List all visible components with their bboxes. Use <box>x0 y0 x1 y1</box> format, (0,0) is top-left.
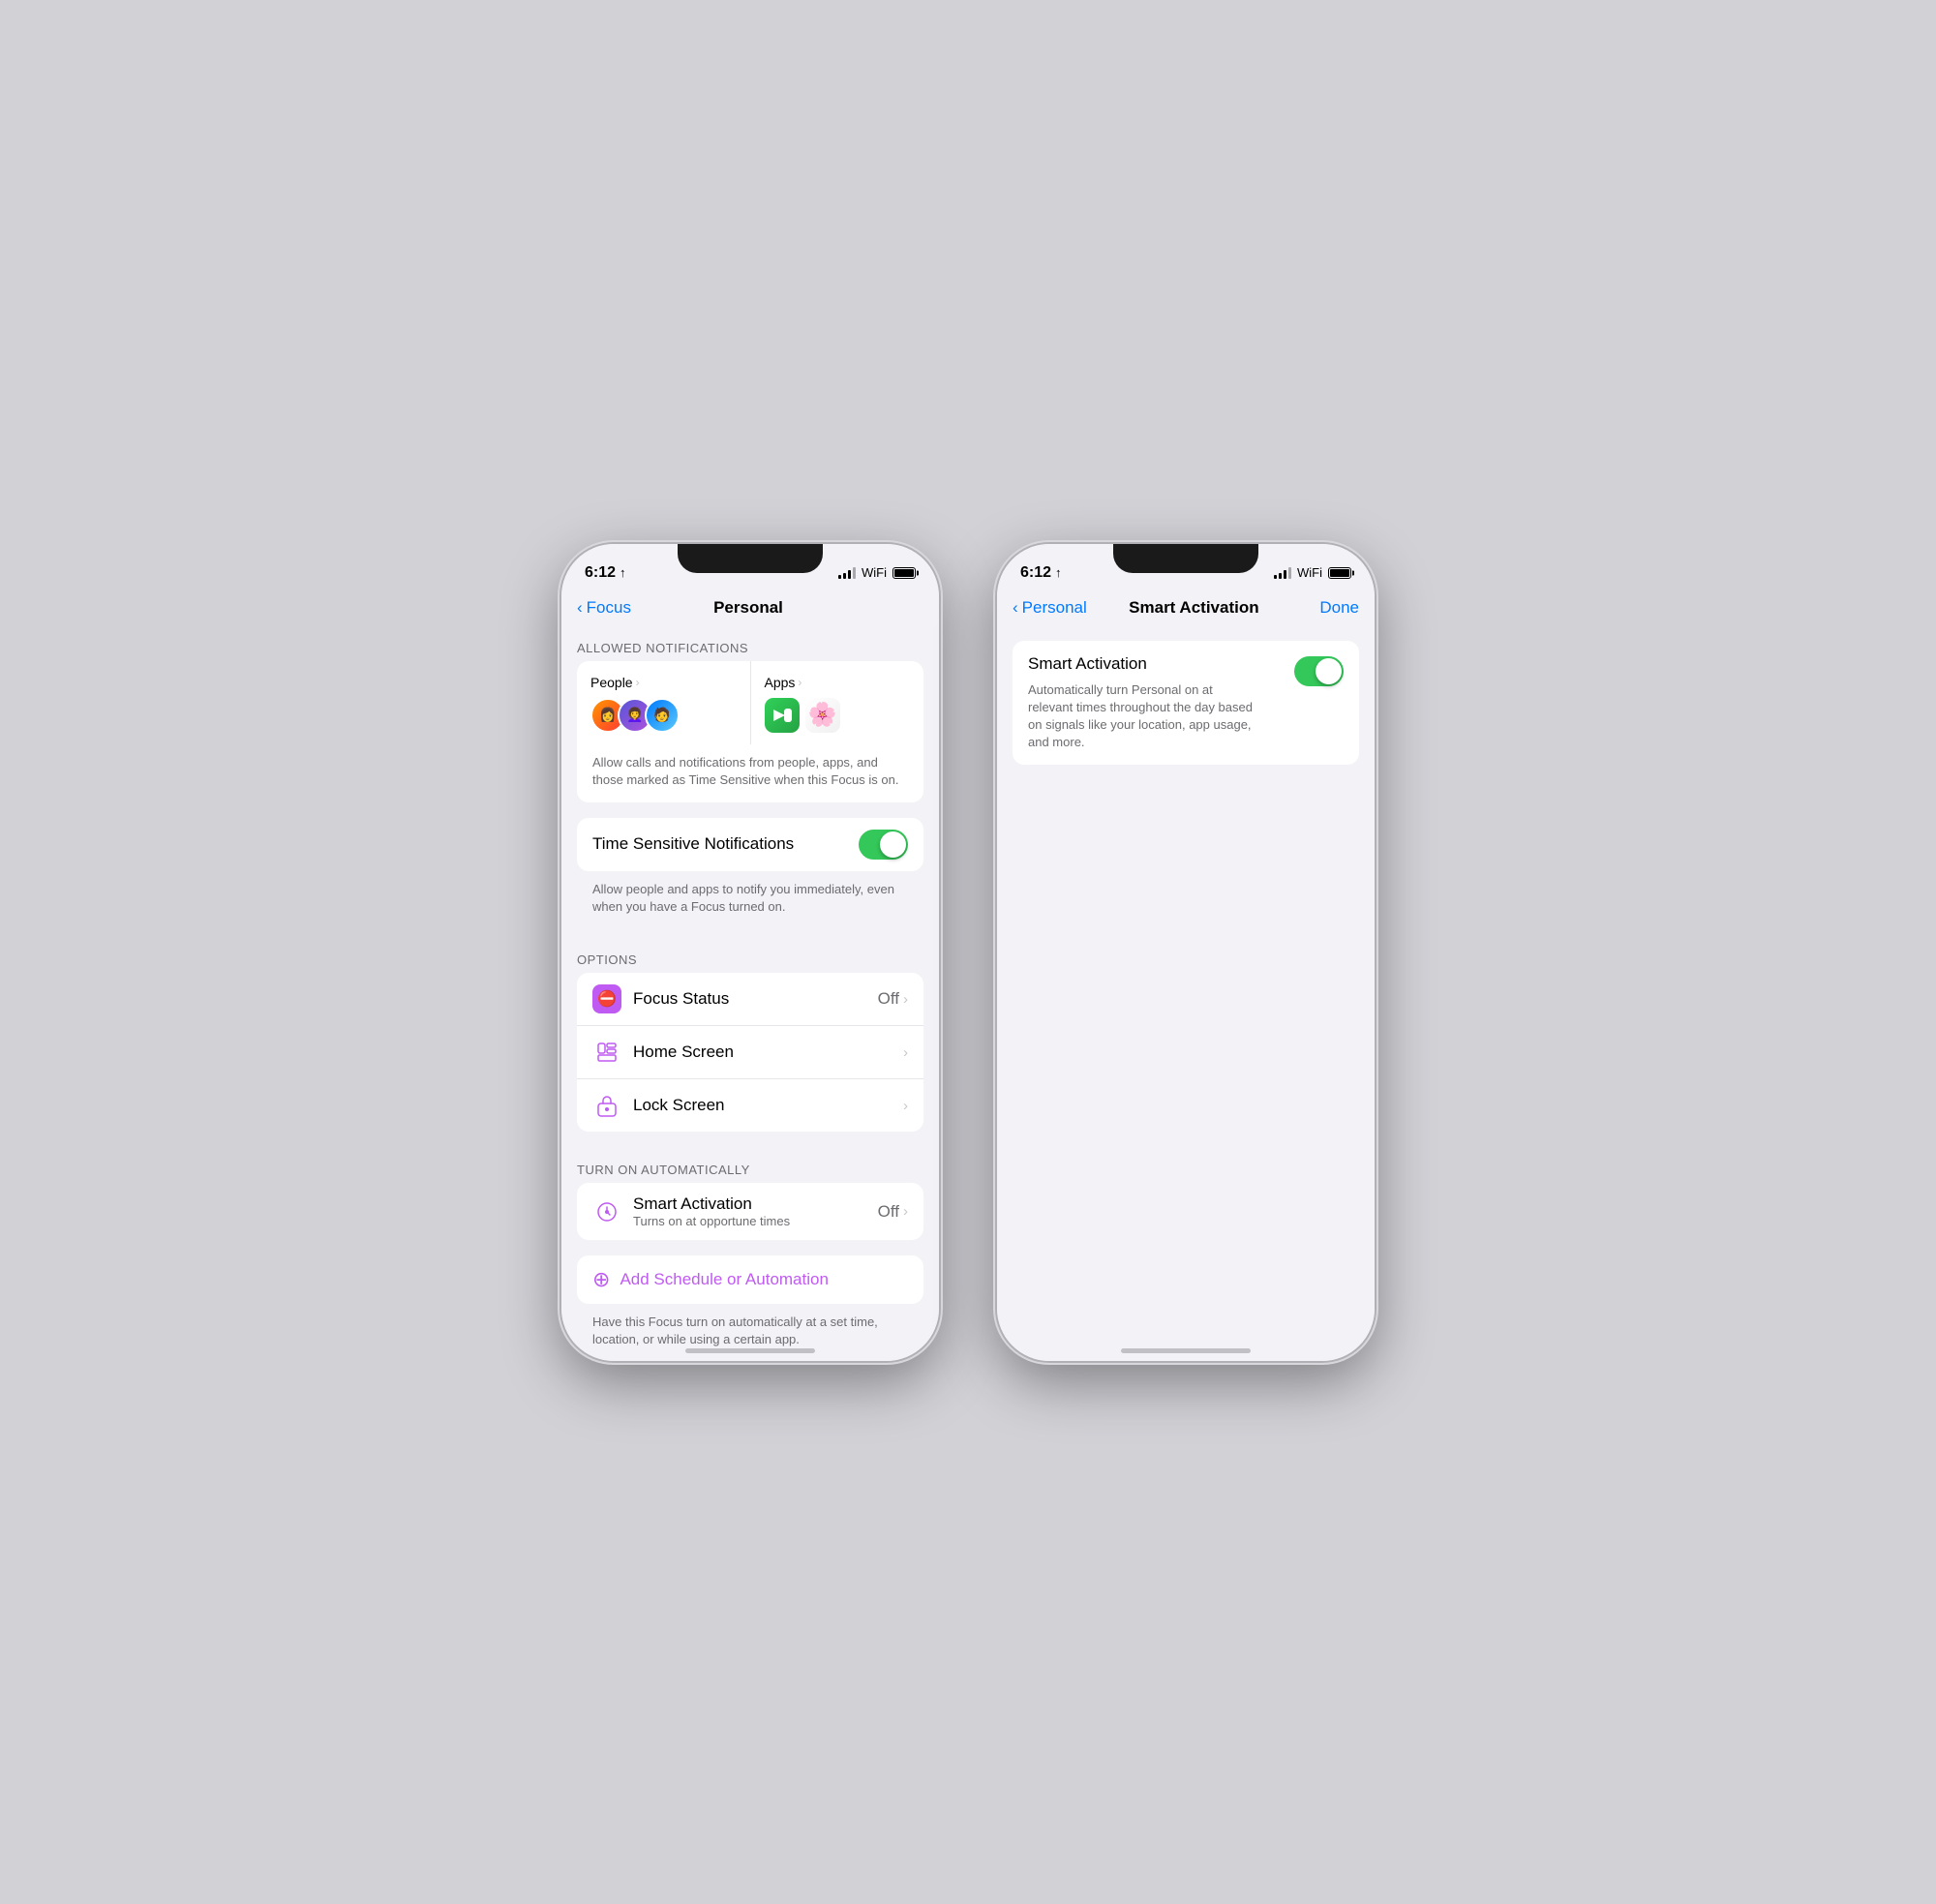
avatar-3: 🧑 <box>645 698 680 733</box>
add-schedule-row[interactable]: ⊕ Add Schedule or Automation <box>577 1255 923 1304</box>
chevron-home-screen-icon: › <box>903 1044 908 1061</box>
home-screen-row[interactable]: Home Screen › <box>577 1025 923 1078</box>
page-title-2: Smart Activation <box>1129 598 1258 618</box>
focus-status-icon: ⛔ <box>592 984 621 1013</box>
chevron-focus-status-icon: › <box>903 991 908 1008</box>
time-sensitive-desc: Allow people and apps to notify you imme… <box>577 871 923 929</box>
done-button[interactable]: Done <box>1301 598 1359 618</box>
add-circle-icon: ⊕ <box>592 1269 610 1290</box>
screen-1: 6:12 ↑ WiFi ‹ Focus Personal <box>561 544 939 1361</box>
wifi-icon-2: WiFi <box>1297 565 1322 580</box>
location-icon-1: ↑ <box>620 565 626 580</box>
chevron-smart-activation-icon: › <box>903 1203 908 1220</box>
chevron-apps-icon: › <box>798 676 802 689</box>
smart-activation-card-desc: Automatically turn Personal on at releva… <box>1028 681 1260 752</box>
home-screen-label: Home Screen <box>633 1043 892 1062</box>
apps-cell[interactable]: Apps › 🌸 <box>751 661 924 744</box>
smart-activation-icon <box>592 1197 621 1226</box>
people-cell[interactable]: People › 👩 👩‍🦱 🧑 <box>577 661 750 744</box>
smart-activation-row[interactable]: Smart Activation Turns on at opportune t… <box>577 1183 923 1240</box>
allowed-notifications-card: People › 👩 👩‍🦱 🧑 <box>577 661 923 802</box>
facetime-icon <box>765 698 800 733</box>
smart-activation-sub: Turns on at opportune times <box>633 1214 866 1228</box>
battery-2 <box>1328 567 1351 579</box>
avatar-row: 👩 👩‍🦱 🧑 <box>590 698 737 733</box>
status-icons-2: WiFi <box>1274 565 1351 580</box>
focus-status-label: Focus Status <box>633 989 866 1009</box>
lock-screen-label: Lock Screen <box>633 1096 892 1115</box>
nav-bar-2: ‹ Personal Smart Activation Done <box>997 590 1375 625</box>
options-card: ⛔ Focus Status Off › <box>577 973 923 1132</box>
time-sensitive-row: Time Sensitive Notifications <box>577 818 923 871</box>
chevron-left-icon-2: ‹ <box>1013 598 1018 618</box>
notch-1 <box>678 544 823 573</box>
status-time-2: 6:12 ↑ <box>1020 564 1062 582</box>
screen-2: 6:12 ↑ WiFi ‹ Personal Smart <box>997 544 1375 1361</box>
wifi-icon-1: WiFi <box>862 565 887 580</box>
section-options-label: OPTIONS <box>561 937 939 973</box>
smart-activation-value: Off <box>878 1202 899 1222</box>
photos-icon: 🌸 <box>805 698 840 733</box>
lock-screen-icon <box>592 1091 621 1120</box>
home-screen-icon <box>592 1038 621 1067</box>
notch-2 <box>1113 544 1258 573</box>
home-indicator-2 <box>1121 1348 1251 1353</box>
lock-screen-row[interactable]: Lock Screen › <box>577 1078 923 1132</box>
phone-2: 6:12 ↑ WiFi ‹ Personal Smart <box>997 544 1375 1361</box>
smart-activation-label: Smart Activation <box>633 1194 866 1214</box>
time-sensitive-label: Time Sensitive Notifications <box>592 834 794 854</box>
chevron-lock-screen-icon: › <box>903 1098 908 1114</box>
back-button-1[interactable]: ‹ Focus <box>577 598 631 618</box>
app-icons-row: 🌸 <box>765 698 911 733</box>
battery-1 <box>892 567 916 579</box>
signal-bars-2 <box>1274 567 1291 579</box>
status-time-1: 6:12 ↑ <box>585 564 626 582</box>
time-sensitive-toggle[interactable] <box>859 830 908 860</box>
home-indicator-1 <box>685 1348 815 1353</box>
allowed-desc: Allow calls and notifications from peopl… <box>577 744 923 802</box>
chevron-people-icon: › <box>636 676 640 689</box>
page-title-1: Personal <box>713 598 783 618</box>
location-icon-2: ↑ <box>1055 565 1062 580</box>
section-auto-label: TURN ON AUTOMATICALLY <box>561 1147 939 1183</box>
phone-1: 6:12 ↑ WiFi ‹ Focus Personal <box>561 544 939 1361</box>
signal-bars-1 <box>838 567 856 579</box>
smart-activation-toggle[interactable] <box>1294 656 1344 686</box>
auto-card: Smart Activation Turns on at opportune t… <box>577 1183 923 1240</box>
smart-activation-card-label: Smart Activation <box>1028 654 1283 674</box>
smart-activation-card: Smart Activation Automatically turn Pers… <box>1013 641 1359 766</box>
focus-status-value: Off <box>878 989 899 1009</box>
allowed-row: People › 👩 👩‍🦱 🧑 <box>577 661 923 744</box>
add-schedule-label: Add Schedule or Automation <box>620 1270 828 1289</box>
status-icons-1: WiFi <box>838 565 916 580</box>
back-button-2[interactable]: ‹ Personal <box>1013 598 1087 618</box>
chevron-left-icon-1: ‹ <box>577 598 583 618</box>
nav-bar-1: ‹ Focus Personal <box>561 590 939 625</box>
focus-status-row[interactable]: ⛔ Focus Status Off › <box>577 973 923 1025</box>
section-allowed-label: ALLOWED NOTIFICATIONS <box>561 625 939 661</box>
